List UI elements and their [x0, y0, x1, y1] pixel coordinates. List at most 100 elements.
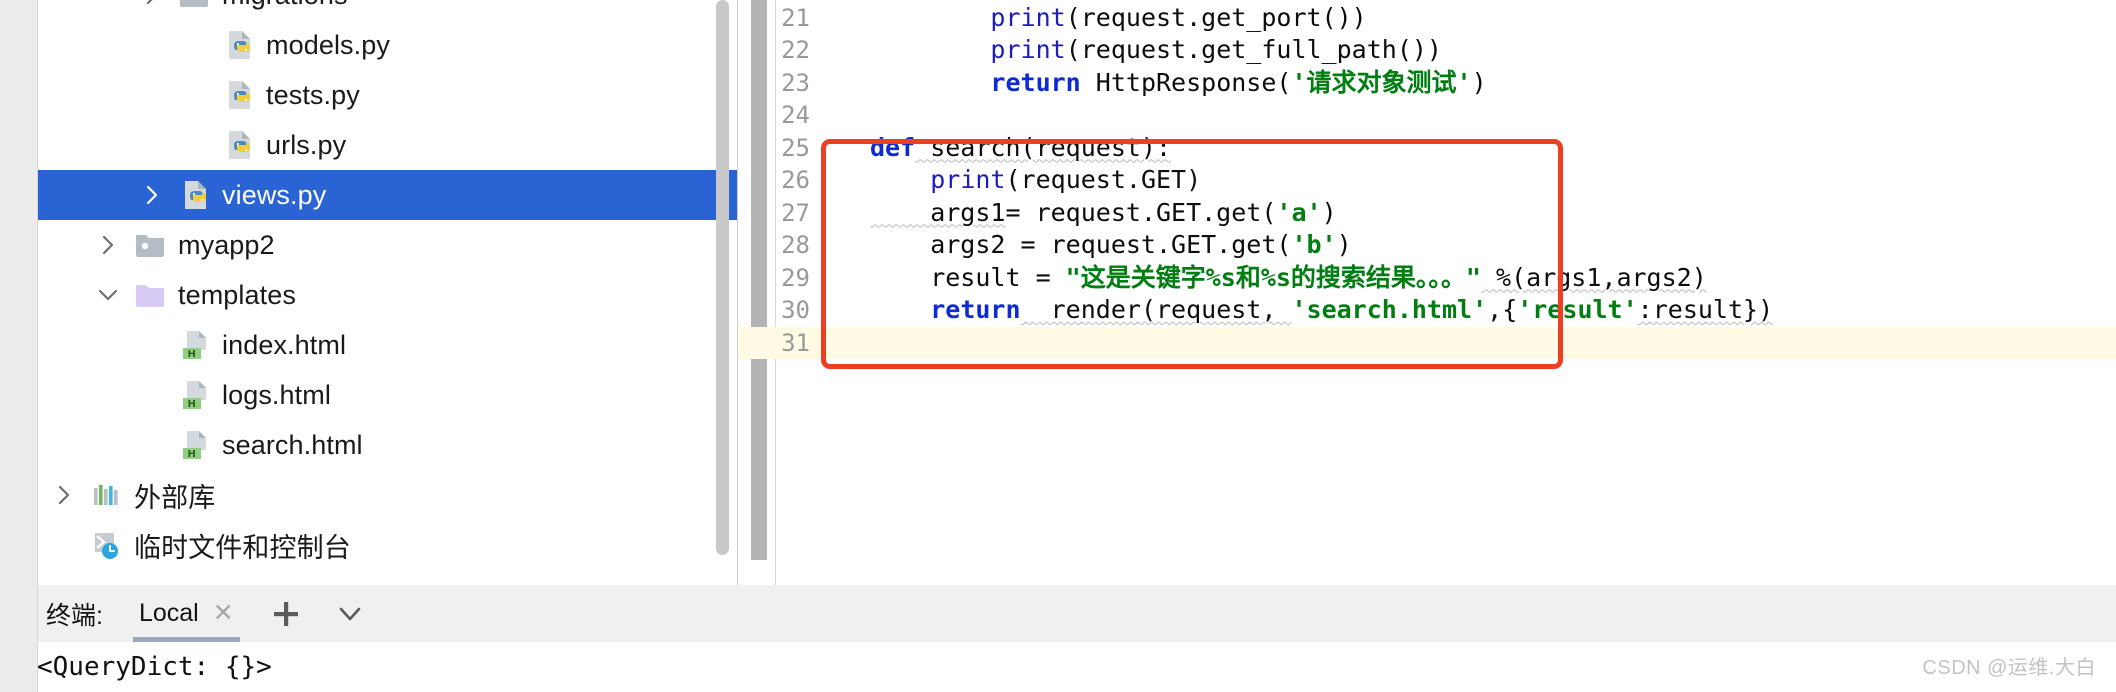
scratches-icon: [86, 529, 126, 561]
code-token: 'b': [1291, 230, 1337, 259]
project-tree-panel[interactable]: migrations models.py tests.py urls.py views.…: [38, 0, 738, 585]
scrollbar-thumb[interactable]: [716, 0, 729, 555]
tree-item-label: urls.py: [266, 129, 347, 160]
line-number: 22: [781, 36, 810, 64]
library-icon: [86, 479, 126, 511]
chevron-right-icon[interactable]: [86, 232, 130, 258]
terminal-tab-bar: 终端: Local ✕: [0, 585, 2116, 642]
code-token: print: [990, 2, 1066, 32]
tree-item-label: tests.py: [266, 79, 360, 110]
code-line-text: result = "这是关键字%s和%s的搜索结果。。。" %(args1,ar…: [828, 262, 1707, 295]
project-tree-scrollbar[interactable]: [716, 0, 729, 560]
terminal-tab-label: Local: [138, 599, 199, 627]
project-tree[interactable]: migrations models.py tests.py urls.py views.…: [38, 0, 738, 570]
code-content[interactable]: 20 print(request.get_host())21 print(req…: [738, 0, 2116, 359]
chevron-right-icon[interactable]: [42, 482, 86, 508]
plus-icon: [273, 601, 298, 626]
tree-item-label: myapp2: [178, 229, 275, 260]
html-file-icon: H: [174, 329, 214, 361]
code-line-29[interactable]: 29 result = "这是关键字%s和%s的搜索结果。。。" %(args1…: [738, 262, 2116, 295]
line-number: 27: [781, 198, 810, 227]
code-token: (request.GET): [1005, 165, 1202, 194]
chevron-down-icon[interactable]: [86, 282, 130, 308]
tree-item-urls.py[interactable]: urls.py: [38, 120, 738, 170]
tree-item-search.html[interactable]: Hsearch.html: [38, 420, 738, 470]
left-tool-strip: [0, 0, 38, 585]
code-line-27[interactable]: 27 args1= request.GET.get('a'): [738, 197, 2116, 230]
code-token: return: [930, 295, 1021, 324]
tree-item-templates[interactable]: templates: [38, 270, 738, 320]
html-file-icon: H: [174, 429, 214, 461]
folder-gray-icon: [174, 0, 214, 11]
line-number: 28: [781, 231, 810, 259]
close-icon[interactable]: ✕: [213, 601, 234, 626]
code-token: return: [990, 67, 1081, 97]
code-token: print: [930, 165, 1006, 194]
tree-item-临时文件和控制台[interactable]: 临时文件和控制台: [38, 520, 738, 570]
tree-item-index.html[interactable]: Hindex.html: [38, 320, 738, 370]
code-token: args1: [870, 197, 1006, 227]
tree-item-label: 临时文件和控制台: [134, 532, 351, 563]
terminal-output-text: <QueryDict: {}>: [37, 652, 272, 682]
editor-and-project-area: migrations models.py tests.py urls.py views.…: [0, 0, 2116, 585]
tree-item-tests.py[interactable]: tests.py: [38, 70, 738, 120]
tree-item-myapp2[interactable]: myapp2: [38, 220, 738, 270]
code-token: "这是关键字%s和%s的搜索结果。。。": [1065, 262, 1481, 292]
tree-item-label: templates: [178, 279, 296, 310]
chevron-right-icon[interactable]: [130, 182, 174, 208]
line-number: 26: [781, 166, 810, 194]
code-token: '请求对象测试': [1291, 67, 1472, 97]
line-number: 30: [781, 296, 810, 324]
terminal-options-button[interactable]: [324, 588, 376, 640]
ide-window: migrations models.py tests.py urls.py views.…: [0, 0, 2116, 692]
tree-item-label: views.py: [222, 179, 327, 210]
code-line-26[interactable]: 26 print(request.GET): [738, 164, 2116, 197]
folder-purple-icon: [130, 279, 170, 311]
line-number: 25: [781, 133, 810, 162]
python-file-icon: [218, 129, 258, 161]
code-line-text: def search(request):: [828, 132, 1171, 165]
line-number: 24: [781, 101, 810, 129]
folder-gray-icon: [130, 229, 170, 261]
python-file-icon: [218, 79, 258, 111]
tree-item-label: logs.html: [222, 379, 331, 410]
code-line-text: print(request.GET): [828, 164, 1201, 197]
code-token: = request.GET.get(: [1005, 197, 1277, 227]
code-line-text: print(request.get_port()): [828, 2, 1366, 35]
terminal-title: 终端:: [46, 601, 103, 630]
tree-item-views.py[interactable]: views.py: [38, 170, 738, 220]
code-token: print: [990, 35, 1066, 64]
tree-item-label: 外部库: [134, 482, 216, 513]
tree-item-logs.html[interactable]: Hlogs.html: [38, 370, 738, 420]
terminal-output-area[interactable]: <QueryDict: {}> CSDN @运维.大白: [0, 642, 2116, 692]
code-line-23[interactable]: 23 return HttpResponse('请求对象测试'): [738, 67, 2116, 100]
code-line-24[interactable]: 24: [738, 99, 2116, 132]
code-editor[interactable]: 20 print(request.get_host())21 print(req…: [738, 0, 2116, 585]
code-token: result =: [870, 262, 1066, 292]
code-token: %(args1,args2): [1480, 262, 1707, 292]
code-line-21[interactable]: 21 print(request.get_port()): [738, 2, 2116, 35]
code-token: def: [870, 132, 916, 162]
code-line-text: print(request.get_full_path()): [828, 34, 1442, 67]
code-line-text: args1= request.GET.get('a'): [828, 197, 1337, 230]
svg-text:H: H: [188, 399, 196, 410]
add-terminal-button[interactable]: [260, 588, 312, 640]
code-line-25[interactable]: 25 def search(request):: [738, 132, 2116, 165]
code-line-30[interactable]: 30 return render(request, 'search.html',…: [738, 294, 2116, 327]
chevron-right-icon[interactable]: [130, 0, 174, 8]
line-number: 23: [781, 68, 810, 97]
code-token: render(request,: [1020, 295, 1292, 324]
code-line-28[interactable]: 28 args2 = request.GET.get('b'): [738, 229, 2116, 262]
code-line-22[interactable]: 22 print(request.get_full_path()): [738, 34, 2116, 67]
tree-item-label: search.html: [222, 429, 363, 460]
code-token: ): [1321, 197, 1337, 227]
code-line-31[interactable]: 31: [738, 326, 2116, 359]
line-number: 21: [781, 3, 810, 32]
tree-item-label: models.py: [266, 29, 390, 60]
tree-item-外部库[interactable]: 外部库: [38, 470, 738, 520]
terminal-tab-local[interactable]: Local ✕: [125, 585, 248, 642]
tree-item-models.py[interactable]: models.py: [38, 20, 738, 70]
tree-item-migrations[interactable]: migrations: [38, 0, 738, 20]
